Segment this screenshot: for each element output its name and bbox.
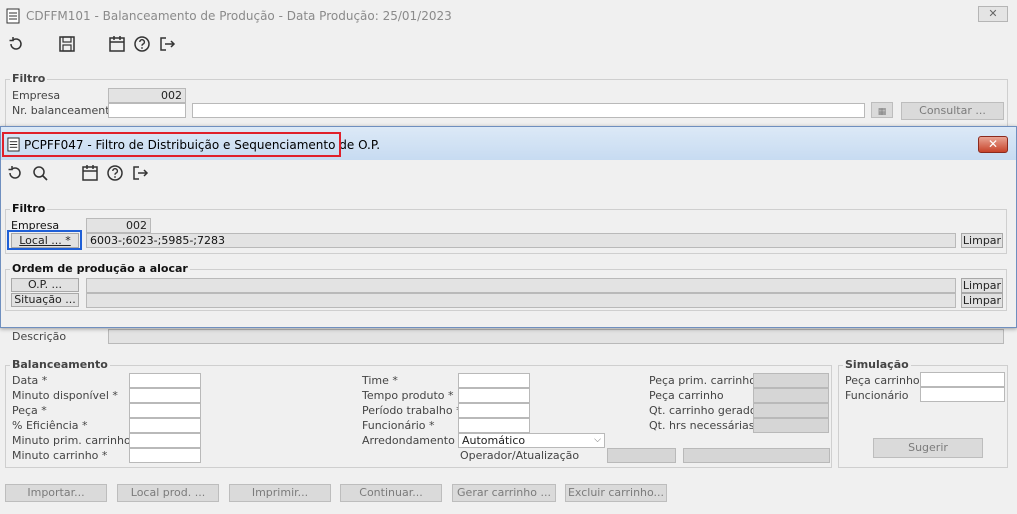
arredondamento-label: Arredondamento xyxy=(362,434,455,447)
situacao-field xyxy=(86,293,956,308)
minuto-carrinho-input[interactable] xyxy=(129,448,201,463)
data-input[interactable] xyxy=(129,373,201,388)
atualizacao-field xyxy=(683,448,830,463)
eficiencia-label: % Eficiência * xyxy=(12,419,88,432)
main-empresa-label: Empresa xyxy=(12,89,61,102)
op-button[interactable]: O.P. ... xyxy=(11,278,79,292)
dialog-filtro-title: Filtro xyxy=(10,202,48,215)
nr-balanceamento-desc[interactable] xyxy=(192,103,865,118)
op-field xyxy=(86,278,956,293)
funcionario-input[interactable] xyxy=(458,418,530,433)
tempo-produto-input[interactable] xyxy=(458,388,530,403)
dialog-exit-icon[interactable] xyxy=(131,164,149,182)
refresh-icon[interactable] xyxy=(7,35,25,53)
minuto-carrinho-label: Minuto carrinho * xyxy=(12,449,108,462)
window-title: CDFFM101 - Balanceamento de Produção - D… xyxy=(26,9,452,23)
operador-field xyxy=(607,448,676,463)
save-icon[interactable] xyxy=(58,35,76,53)
periodo-input[interactable] xyxy=(458,403,530,418)
exit-icon[interactable] xyxy=(158,35,176,53)
qt-gerado-label: Qt. carrinho gerado xyxy=(649,404,757,417)
sim-peca-label: Peça carrinho xyxy=(845,374,920,387)
simulacao-title: Simulação xyxy=(843,358,911,371)
dialog-close-icon: ✕ xyxy=(987,137,999,151)
operador-label: Operador/Atualização xyxy=(460,449,580,462)
minuto-disp-label: Minuto disponível * xyxy=(12,389,118,402)
situacao-button[interactable]: Situação ... xyxy=(11,293,79,307)
peca-carrinho-label: Peça carrinho xyxy=(649,389,724,402)
minuto-disp-input[interactable] xyxy=(129,388,201,403)
time-input[interactable] xyxy=(458,373,530,388)
dialog-refresh-icon[interactable] xyxy=(6,164,24,182)
window-icon xyxy=(6,8,20,24)
continuar-button[interactable]: Continuar... xyxy=(340,484,442,502)
sugerir-button[interactable]: Sugerir xyxy=(873,438,983,458)
peca-input[interactable] xyxy=(129,403,201,418)
arredondamento-select[interactable]: Automático ⌵ xyxy=(458,433,605,448)
gerar-carrinho-button[interactable]: Gerar carrinho ... xyxy=(452,484,556,502)
nr-balanceamento-input[interactable] xyxy=(108,103,186,118)
lookup-icon: ▦ xyxy=(877,107,887,117)
chevron-down-icon: ⌵ xyxy=(594,435,601,445)
tempo-produto-label: Tempo produto * xyxy=(362,389,454,402)
filter-dialog: PCPFF047 - Filtro de Distribuição e Sequ… xyxy=(0,126,1017,328)
data-label: Data * xyxy=(12,374,48,387)
importar-button[interactable]: Importar... xyxy=(5,484,107,502)
excluir-carrinho-button[interactable]: Excluir carrinho... xyxy=(565,484,667,502)
balanceamento-title: Balanceamento xyxy=(10,358,110,371)
qt-hrs-field xyxy=(753,418,829,433)
descricao-field xyxy=(108,329,1004,344)
consultar-button[interactable]: Consultar ... xyxy=(901,102,1004,120)
local-button-highlight xyxy=(7,230,82,250)
close-icon: ✕ xyxy=(988,7,998,20)
arredondamento-value: Automático xyxy=(462,434,526,447)
main-filtro-title: Filtro xyxy=(10,72,48,85)
main-empresa-field: 002 xyxy=(108,88,186,103)
limpar-situacao-button[interactable]: Limpar xyxy=(961,293,1003,308)
funcionario-label: Funcionário * xyxy=(362,419,435,432)
qt-hrs-label: Qt. hrs necessárias xyxy=(649,419,755,432)
peca-carrinho-field xyxy=(753,388,829,403)
sim-funcionario-label: Funcionário xyxy=(845,389,909,402)
lookup-button[interactable]: ▦ xyxy=(871,102,893,118)
dialog-search-icon[interactable] xyxy=(31,164,49,182)
local-field: 6003-;6023-;5985-;7283 xyxy=(86,233,956,248)
peca-prim-field xyxy=(753,373,829,388)
main-nr-label: Nr. balanceamento xyxy=(12,104,117,117)
peca-prim-label: Peça prim. carrinho xyxy=(649,374,756,387)
sim-funcionario-input[interactable] xyxy=(920,387,1005,402)
dialog-title-highlight xyxy=(2,132,341,157)
eficiencia-input[interactable] xyxy=(129,418,201,433)
dialog-close-button[interactable]: ✕ xyxy=(978,136,1008,153)
ordem-title: Ordem de produção a alocar xyxy=(10,262,190,275)
limpar-local-button[interactable]: Limpar xyxy=(961,233,1003,248)
local-prod-button[interactable]: Local prod. ... xyxy=(117,484,219,502)
time-label: Time * xyxy=(362,374,398,387)
calendar-icon[interactable] xyxy=(108,35,126,53)
imprimir-button[interactable]: Imprimir... xyxy=(229,484,331,502)
minuto-prim-label: Minuto prim. carrinho * xyxy=(12,434,140,447)
dialog-calendar-icon[interactable] xyxy=(81,164,99,182)
help-icon[interactable] xyxy=(133,35,151,53)
sim-peca-input[interactable] xyxy=(920,372,1005,387)
limpar-op-button[interactable]: Limpar xyxy=(961,278,1003,293)
dialog-help-icon[interactable] xyxy=(106,164,124,182)
qt-gerado-field xyxy=(753,403,829,418)
peca-label: Peça * xyxy=(12,404,47,417)
dialog-empresa-field: 002 xyxy=(86,218,151,233)
minuto-prim-input[interactable] xyxy=(129,433,201,448)
periodo-label: Período trabalho * xyxy=(362,404,462,417)
descricao-label: Descrição xyxy=(12,330,67,343)
close-button[interactable]: ✕ xyxy=(978,6,1008,22)
